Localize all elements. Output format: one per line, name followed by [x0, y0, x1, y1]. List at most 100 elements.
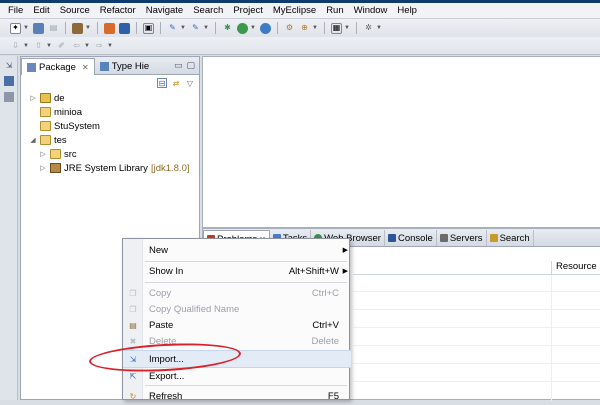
context-menu-new[interactable]: New ▶	[123, 241, 351, 259]
chevron-down-icon[interactable]: ▼	[250, 23, 256, 34]
chevron-down-icon[interactable]: ▼	[203, 23, 209, 34]
table-row-line	[353, 363, 600, 364]
tab-servers[interactable]: Servers	[437, 230, 487, 246]
chevron-down-icon[interactable]: ▼	[23, 40, 29, 51]
menu-item-shortcut: Ctrl+V	[312, 319, 339, 331]
external-tools-icon[interactable]: ✱	[222, 23, 233, 34]
tree-item-minioa[interactable]: minioa	[29, 105, 199, 119]
tree-item-de[interactable]: ▷ de	[29, 91, 199, 105]
deploy-icon[interactable]	[72, 22, 83, 34]
menu-myeclipse[interactable]: MyEclipse	[268, 5, 321, 16]
print-icon[interactable]: ▤	[48, 23, 59, 34]
tab-search-label: Search	[499, 232, 530, 244]
maximize-icon[interactable]: ▢	[186, 60, 195, 71]
tree-item-tes[interactable]: ◢ tes	[29, 133, 199, 147]
new-icon[interactable]: ✦	[10, 22, 21, 34]
menu-edit[interactable]: Edit	[28, 5, 54, 16]
chevron-down-icon[interactable]: ▼	[180, 23, 186, 34]
menu-item-label: Copy	[149, 287, 172, 299]
project-icon	[40, 107, 51, 117]
toolbar-separator	[97, 22, 98, 34]
server-icon[interactable]	[104, 22, 115, 34]
chevron-down-icon[interactable]: ▼	[84, 40, 90, 51]
context-menu-refresh[interactable]: ↻ Refresh F5	[123, 387, 351, 405]
run-last-icon[interactable]	[237, 22, 248, 34]
menu-help[interactable]: Help	[392, 5, 422, 16]
menu-item-shortcut: Alt+Shift+W	[288, 265, 339, 277]
submenu-arrow-icon: ▶	[342, 268, 348, 275]
menu-window[interactable]: Window	[349, 5, 393, 16]
toolbar-separator	[356, 22, 357, 34]
toolbar-separator	[160, 22, 161, 34]
view-menu-icon[interactable]: ▽	[185, 78, 195, 88]
expand-icon[interactable]: ▷	[29, 94, 37, 102]
collapse-all-icon[interactable]: ⊟	[157, 78, 167, 88]
tree-item-label: de	[54, 92, 65, 104]
chevron-down-icon[interactable]: ▼	[376, 23, 382, 34]
menu-navigate[interactable]: Navigate	[141, 5, 189, 16]
link-with-editor-icon[interactable]: ⇄	[171, 78, 181, 88]
run-icon[interactable]: ✎	[190, 23, 201, 34]
menu-run[interactable]: Run	[321, 5, 348, 16]
tab-type-hierarchy-label: Type Hie	[111, 60, 150, 72]
minimize-icon[interactable]: ▭	[174, 60, 183, 71]
last-edit-icon[interactable]: ✐	[56, 40, 67, 51]
previous-annotation-icon[interactable]: ⇧	[33, 40, 44, 51]
menu-item-shortcut: Ctrl+C	[311, 287, 339, 299]
tab-console[interactable]: Console	[385, 230, 437, 246]
table-row-line	[353, 381, 600, 382]
debug-icon[interactable]: ✎	[167, 23, 178, 34]
open-type-icon[interactable]: ▦	[331, 22, 342, 34]
gear-icon[interactable]: ✲	[363, 23, 374, 34]
menu-item-label: Show In	[149, 265, 184, 277]
next-annotation-icon[interactable]: ⇩	[10, 40, 21, 51]
chevron-down-icon[interactable]: ▼	[85, 23, 91, 34]
tree-item-jre-library[interactable]: ▷ JRE System Library [jdk1.8.0]	[29, 161, 199, 175]
expand-icon[interactable]: ▷	[39, 164, 47, 172]
paste-icon: ▤	[129, 320, 137, 330]
project-tree: ▷ de minioa StuSystem ◢ tes ▷ src ▷ JRE	[21, 91, 199, 175]
chevron-down-icon[interactable]: ▼	[46, 40, 52, 51]
menu-source[interactable]: Source	[55, 5, 95, 16]
editor-area[interactable]	[202, 56, 600, 228]
chevron-down-icon[interactable]: ▼	[23, 23, 29, 34]
context-menu-show-in[interactable]: Show In Alt+Shift+W ▶	[123, 262, 351, 280]
lock-icon[interactable]: ▣	[143, 22, 154, 34]
menu-file[interactable]: File	[3, 5, 28, 16]
tab-search[interactable]: Search	[487, 230, 534, 246]
tab-package-explorer[interactable]: Package ✕	[21, 58, 95, 75]
new-package-icon[interactable]: ⊕	[299, 23, 310, 34]
outline-view-icon[interactable]	[4, 92, 14, 102]
globe-icon[interactable]	[260, 22, 271, 34]
new-java-project-icon[interactable]: ⚙	[284, 23, 295, 34]
menu-search[interactable]: Search	[188, 5, 228, 16]
tree-item-src[interactable]: ▷ src	[29, 147, 199, 161]
collapse-icon[interactable]: ◢	[29, 136, 37, 144]
folder-icon	[50, 149, 61, 159]
chevron-down-icon[interactable]: ▼	[312, 23, 318, 34]
tree-item-stusystem[interactable]: StuSystem	[29, 119, 199, 133]
chevron-down-icon[interactable]: ▼	[344, 23, 350, 34]
menu-project[interactable]: Project	[228, 5, 268, 16]
view-toolbar: ⊟ ⇄ ▽	[21, 75, 199, 91]
menu-bar: File Edit Source Refactor Navigate Searc…	[0, 3, 600, 19]
tab-servers-label: Servers	[449, 232, 483, 244]
restore-icon[interactable]: ⇲	[4, 60, 14, 70]
tree-item-label: tes	[54, 134, 67, 146]
save-icon[interactable]	[33, 22, 44, 34]
tree-item-label: StuSystem	[54, 120, 100, 132]
hierarchy-view-icon[interactable]	[4, 76, 14, 86]
menu-separator	[145, 385, 347, 386]
menu-refactor[interactable]: Refactor	[95, 5, 141, 16]
forward-arrow-icon[interactable]: ⇨	[94, 40, 105, 51]
tab-type-hierarchy[interactable]: Type Hie	[95, 58, 155, 74]
back-arrow-icon[interactable]: ⇦	[71, 40, 82, 51]
delete-icon: ✖	[129, 336, 137, 346]
database-icon[interactable]	[119, 22, 130, 34]
close-icon[interactable]: ✕	[82, 63, 89, 72]
expand-icon[interactable]: ▷	[39, 150, 47, 158]
column-header-resource[interactable]: Resource	[551, 261, 597, 275]
menu-item-label: Copy Qualified Name	[149, 303, 240, 315]
chevron-down-icon[interactable]: ▼	[107, 40, 113, 51]
toolbar-separator	[215, 22, 216, 34]
